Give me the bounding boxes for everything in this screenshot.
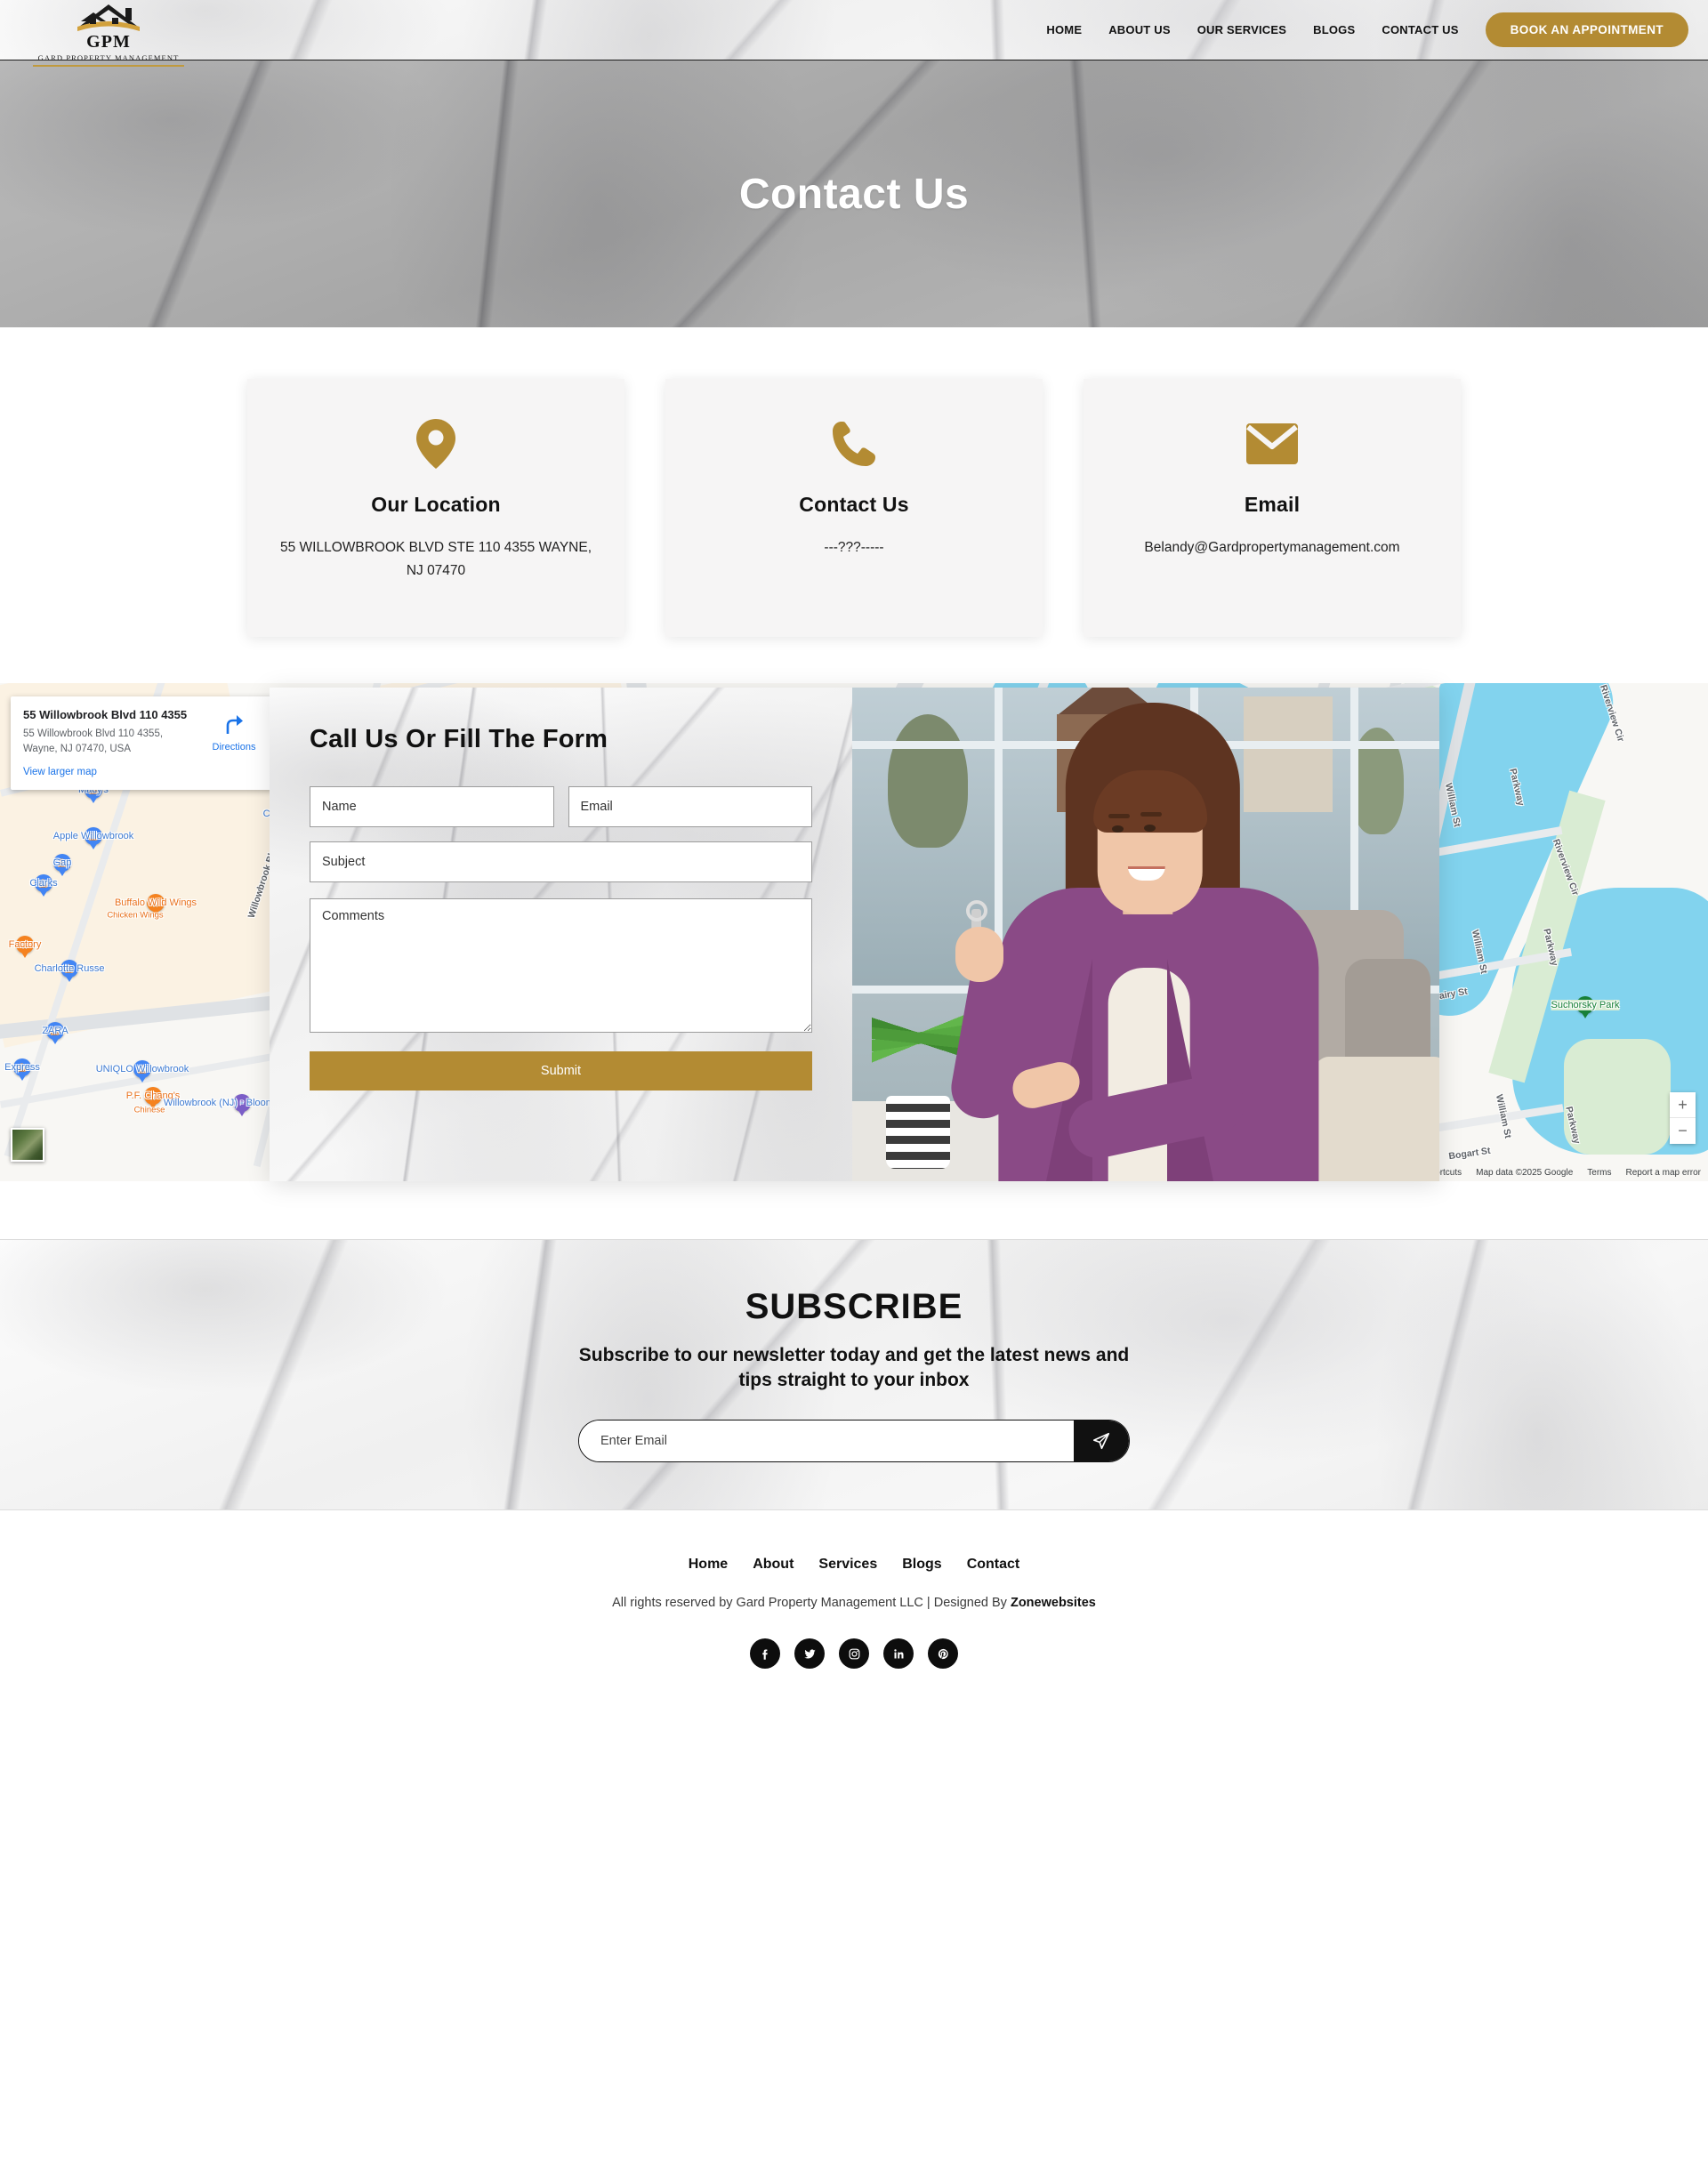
footer-link-services[interactable]: Services [818,1557,877,1573]
card-text: 55 WILLOWBROOK BLVD STE 110 4355 WAYNE, … [279,540,592,578]
contact-form: Call Us Or Fill The Form Submit [270,688,852,1181]
map-poi-label[interactable]: Buffalo Wild Wings [115,897,197,908]
card-title: Contact Us [799,493,909,516]
page-hero: Contact Us [0,60,1708,327]
house-logo-icon [77,4,140,31]
logo-underline [33,65,184,67]
map-report-error-link[interactable]: Report a map error [1626,1168,1701,1178]
subscribe-section: SUBSCRIBE Subscribe to our newsletter to… [0,1239,1708,1510]
footer-link-home[interactable]: Home [689,1557,728,1573]
map-poi-label[interactable]: ZARA [42,1026,68,1036]
map-zoom-in-button[interactable]: + [1670,1092,1696,1118]
map-place-address-line1: 55 Willowbrook Blvd 110 4355, [23,728,164,739]
map-poi-label[interactable]: Gap [53,857,72,868]
footer-copyright: All rights reserved by Gard Property Man… [612,1596,1096,1610]
map-zoom-controls[interactable]: + − [1670,1092,1696,1144]
main-navigation: HOME ABOUT US OUR SERVICES BLOGS CONTACT… [1046,12,1708,47]
subscribe-title: SUBSCRIBE [745,1286,963,1326]
map-terms-link[interactable]: Terms [1587,1168,1611,1178]
card-text: ---???----- [824,540,884,555]
location-pin-icon [416,418,455,470]
site-logo[interactable]: GPM GARD PROPERTY MANAGEMENT [20,0,197,78]
map-place-card: 55 Willowbrook Blvd 110 4355 55 Willowbr… [11,696,274,791]
phone-icon [831,418,877,470]
real-estate-agent-image [852,688,1439,1181]
map-zoom-out-button[interactable]: − [1670,1118,1696,1144]
directions-button[interactable]: Directions [206,714,262,752]
page-title: Contact Us [738,170,970,218]
nav-item-blogs[interactable]: BLOGS [1313,23,1355,36]
submit-button[interactable]: Submit [310,1051,812,1090]
card-text: Belandy@Gardpropertymanagement.com [1144,540,1400,555]
send-icon [1092,1433,1110,1450]
logo-subtext: GARD PROPERTY MANAGEMENT [37,53,180,62]
directions-label: Directions [212,742,256,752]
footer-link-contact[interactable]: Contact [967,1557,1020,1573]
card-email: Email Belandy@Gardpropertymanagement.com [1084,379,1461,637]
footer-link-about[interactable]: About [753,1557,794,1573]
facebook-icon[interactable] [750,1638,780,1669]
map-poi-label[interactable]: Apple Willowbrook [53,831,133,841]
view-larger-map-link[interactable]: View larger map [23,767,262,777]
comments-textarea[interactable] [310,898,812,1033]
nav-item-about[interactable]: ABOUT US [1108,23,1171,36]
contact-info-cards: Our Location 55 WILLOWBROOK BLVD STE 110… [0,327,1708,683]
subscribe-email-input[interactable] [579,1420,1074,1462]
subscribe-submit-button[interactable] [1074,1420,1129,1462]
directions-arrow-icon [226,715,243,734]
nav-item-contact[interactable]: CONTACT US [1382,23,1458,36]
contact-form-panel: Call Us Or Fill The Form Submit [270,688,1439,1181]
map-place-address-line2: Wayne, NJ 07470, USA [23,743,132,754]
copyright-text: All rights reserved by Gard Property Man… [612,1596,1011,1610]
designer-name[interactable]: Zonewebsites [1011,1596,1096,1610]
subject-input[interactable] [310,841,812,882]
twitter-icon[interactable] [794,1638,825,1669]
subscribe-form [578,1420,1130,1463]
map-poi-label[interactable]: Factory [9,939,42,950]
nav-item-home[interactable]: HOME [1046,23,1082,36]
map-poi-label[interactable]: Clarks [29,878,57,889]
map-poi-label[interactable]: Chinese [134,1106,165,1115]
nav-item-services[interactable]: OUR SERVICES [1197,23,1286,36]
book-appointment-button[interactable]: BOOK AN APPOINTMENT [1485,12,1688,47]
name-input[interactable] [310,786,554,827]
footer-social-links [750,1638,958,1669]
linkedin-icon[interactable] [883,1638,914,1669]
map-poi-label[interactable]: Suchorsky Park [1551,1000,1620,1010]
map-poi-label[interactable]: UNIQLO Willowbrook [96,1064,189,1074]
agent-photo [852,688,1439,1181]
instagram-icon[interactable] [839,1638,869,1669]
map-data-credit: Map data ©2025 Google [1476,1168,1574,1178]
card-contact-us: Contact Us ---???----- [665,379,1043,637]
site-header: GPM GARD PROPERTY MANAGEMENT HOME ABOUT … [0,0,1708,67]
form-title: Call Us Or Fill The Form [310,725,608,753]
email-input[interactable] [568,786,812,827]
footer-navigation: Home About Services Blogs Contact [689,1557,1020,1573]
map-satellite-thumbnail[interactable] [11,1128,44,1162]
pinterest-icon[interactable] [928,1638,958,1669]
card-our-location: Our Location 55 WILLOWBROOK BLVD STE 110… [247,379,624,637]
map-poi-label[interactable]: Express [4,1062,40,1073]
footer-link-blogs[interactable]: Blogs [902,1557,941,1573]
map-poi-label[interactable]: Charlotte Russe [35,963,105,974]
subscribe-text: Subscribe to our newsletter today and ge… [578,1344,1130,1390]
card-title: Email [1244,493,1301,516]
map-poi-label[interactable]: Chicken Wings [107,911,163,921]
envelope-icon [1246,418,1298,470]
site-footer: Home About Services Blogs Contact All ri… [0,1510,1708,1710]
card-title: Our Location [371,493,501,516]
logo-text: GPM [86,32,131,52]
